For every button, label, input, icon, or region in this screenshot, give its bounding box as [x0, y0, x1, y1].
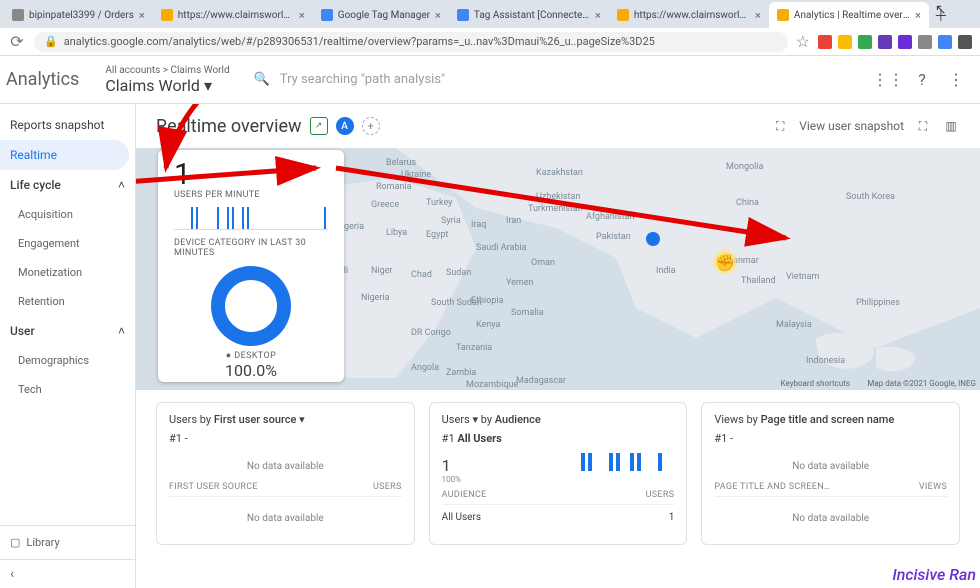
- sidebar-item-library[interactable]: ▢Library: [0, 525, 135, 559]
- sidebar-item-tech[interactable]: Tech: [0, 375, 135, 404]
- close-icon[interactable]: ×: [435, 9, 441, 22]
- fullscreen-icon[interactable]: ⛶: [914, 117, 932, 135]
- page-title-bar: Realtime overview ↗ A + ⛶ View user snap…: [136, 104, 980, 148]
- ext-icon[interactable]: [918, 35, 932, 49]
- browser-tab[interactable]: https://www.claimsworld.com/×: [153, 2, 313, 28]
- sidebar-item-acquisition[interactable]: Acquisition: [0, 200, 135, 229]
- keyboard-shortcuts[interactable]: Keyboard shortcuts: [781, 379, 850, 388]
- account-picker[interactable]: All accounts > Claims World Claims World…: [93, 65, 241, 95]
- more-icon[interactable]: ⋮: [946, 70, 966, 90]
- reload-button[interactable]: ⟳: [8, 33, 26, 51]
- sidebar-item-snapshot[interactable]: Reports snapshot: [0, 110, 135, 140]
- sidebar-section-user[interactable]: User˄: [0, 316, 135, 346]
- compare-a[interactable]: A: [336, 117, 354, 135]
- library-icon: ▢: [10, 536, 20, 549]
- sidebar-item-demographics[interactable]: Demographics: [0, 346, 135, 375]
- browser-tab[interactable]: Tag Assistant [Connected]×: [449, 2, 609, 28]
- realtime-map[interactable]: Belarus Ukraine Romania Greece Turkey Sy…: [136, 148, 980, 390]
- sidebar-item-monetization[interactable]: Monetization: [0, 258, 135, 287]
- sparkline-chart: [174, 204, 328, 230]
- app-header: Analytics All accounts > Claims World Cl…: [0, 56, 980, 104]
- donut-legend: ● DESKTOP: [174, 350, 328, 361]
- browser-toolbar: ⟳ 🔒 analytics.google.com/analytics/web/#…: [0, 28, 980, 56]
- sidebar-item-engagement[interactable]: Engagement: [0, 229, 135, 258]
- card-first-user-source: Users by First user source ▾ #1 - No dat…: [156, 402, 415, 545]
- sidebar-collapse[interactable]: ‹: [0, 559, 135, 588]
- brand: Analytics: [0, 69, 93, 90]
- menu-icon[interactable]: ▥: [942, 117, 960, 135]
- ext-icon[interactable]: [938, 35, 952, 49]
- close-icon[interactable]: ×: [755, 9, 761, 22]
- donut-value: 100.0%: [174, 361, 328, 380]
- close-icon[interactable]: ×: [915, 9, 921, 22]
- browser-tab[interactable]: https://www.claimsworld.com/×: [609, 2, 769, 28]
- chevron-up-icon: ˄: [118, 178, 125, 192]
- close-icon[interactable]: ×: [595, 9, 601, 22]
- breadcrumb: All accounts > Claims World: [105, 65, 229, 76]
- share-icon[interactable]: ↗: [310, 117, 328, 135]
- chevron-up-icon: ˄: [118, 324, 125, 338]
- table-row[interactable]: All Users1: [442, 509, 675, 526]
- chevron-down-icon: ▾: [204, 76, 212, 95]
- cursor-icon: ↖: [935, 2, 947, 18]
- add-comparison[interactable]: +: [362, 117, 380, 135]
- user-location-dot: [646, 232, 660, 246]
- browser-tab[interactable]: bipinpatel3399 / Orders×: [4, 2, 153, 28]
- search-input[interactable]: 🔍 Try searching "path analysis": [242, 72, 864, 87]
- extensions: [818, 35, 972, 49]
- search-placeholder: Try searching "path analysis": [280, 72, 445, 87]
- browser-tab-strip: bipinpatel3399 / Orders× https://www.cla…: [0, 0, 980, 28]
- card-audience: Users ▾ by Audience #1 All Users 1 100%: [429, 402, 688, 545]
- sidebar: Reports snapshot Realtime Life cycle˄ Ac…: [0, 104, 136, 588]
- cards-row: Users by First user source ▾ #1 - No dat…: [136, 390, 980, 545]
- address-bar[interactable]: 🔒 analytics.google.com/analytics/web/#/p…: [34, 32, 788, 52]
- map-attribution: Map data ©2021 Google, INEG: [867, 379, 976, 388]
- bookmark-icon[interactable]: ☆: [796, 32, 810, 51]
- apps-icon[interactable]: ⋮⋮: [878, 70, 898, 90]
- page-title: Realtime overview: [156, 116, 302, 137]
- url-text: analytics.google.com/analytics/web/#/p28…: [64, 35, 655, 48]
- browser-tab-active[interactable]: Analytics | Realtime overview×: [769, 2, 929, 28]
- help-icon[interactable]: ?: [912, 70, 932, 90]
- search-icon: 🔍: [254, 72, 270, 87]
- cursor-highlight: ✊: [711, 248, 739, 276]
- watermark: Incisive Ran: [892, 565, 976, 584]
- ext-icon[interactable]: [838, 35, 852, 49]
- ext-icon[interactable]: [898, 35, 912, 49]
- users-card: 1 USERS PER MINUTE DEVI: [158, 150, 344, 382]
- ext-icon[interactable]: [878, 35, 892, 49]
- browser-tab[interactable]: Google Tag Manager×: [313, 2, 449, 28]
- content: Realtime overview ↗ A + ⛶ View user snap…: [136, 104, 980, 588]
- sidebar-item-realtime[interactable]: Realtime: [0, 140, 129, 170]
- sidebar-item-retention[interactable]: Retention: [0, 287, 135, 316]
- ext-icon[interactable]: [858, 35, 872, 49]
- sidebar-section-lifecycle[interactable]: Life cycle˄: [0, 170, 135, 200]
- ext-icon[interactable]: [818, 35, 832, 49]
- close-icon[interactable]: ×: [139, 9, 145, 22]
- user-snapshot-icon: ⛶: [771, 117, 789, 135]
- donut-chart: [211, 266, 291, 346]
- card-page-title: Views by Page title and screen name #1 -…: [701, 402, 960, 545]
- new-tab-button[interactable]: ＋↖: [929, 4, 953, 28]
- device-category-label: DEVICE CATEGORY IN LAST 30 MINUTES: [174, 238, 328, 258]
- ext-icon[interactable]: [958, 35, 972, 49]
- close-icon[interactable]: ×: [299, 9, 305, 22]
- view-user-snapshot-button[interactable]: View user snapshot: [799, 119, 904, 133]
- users-per-min-label: USERS PER MINUTE: [174, 190, 328, 200]
- users-count: 1: [174, 160, 328, 190]
- lock-icon: 🔒: [44, 35, 58, 48]
